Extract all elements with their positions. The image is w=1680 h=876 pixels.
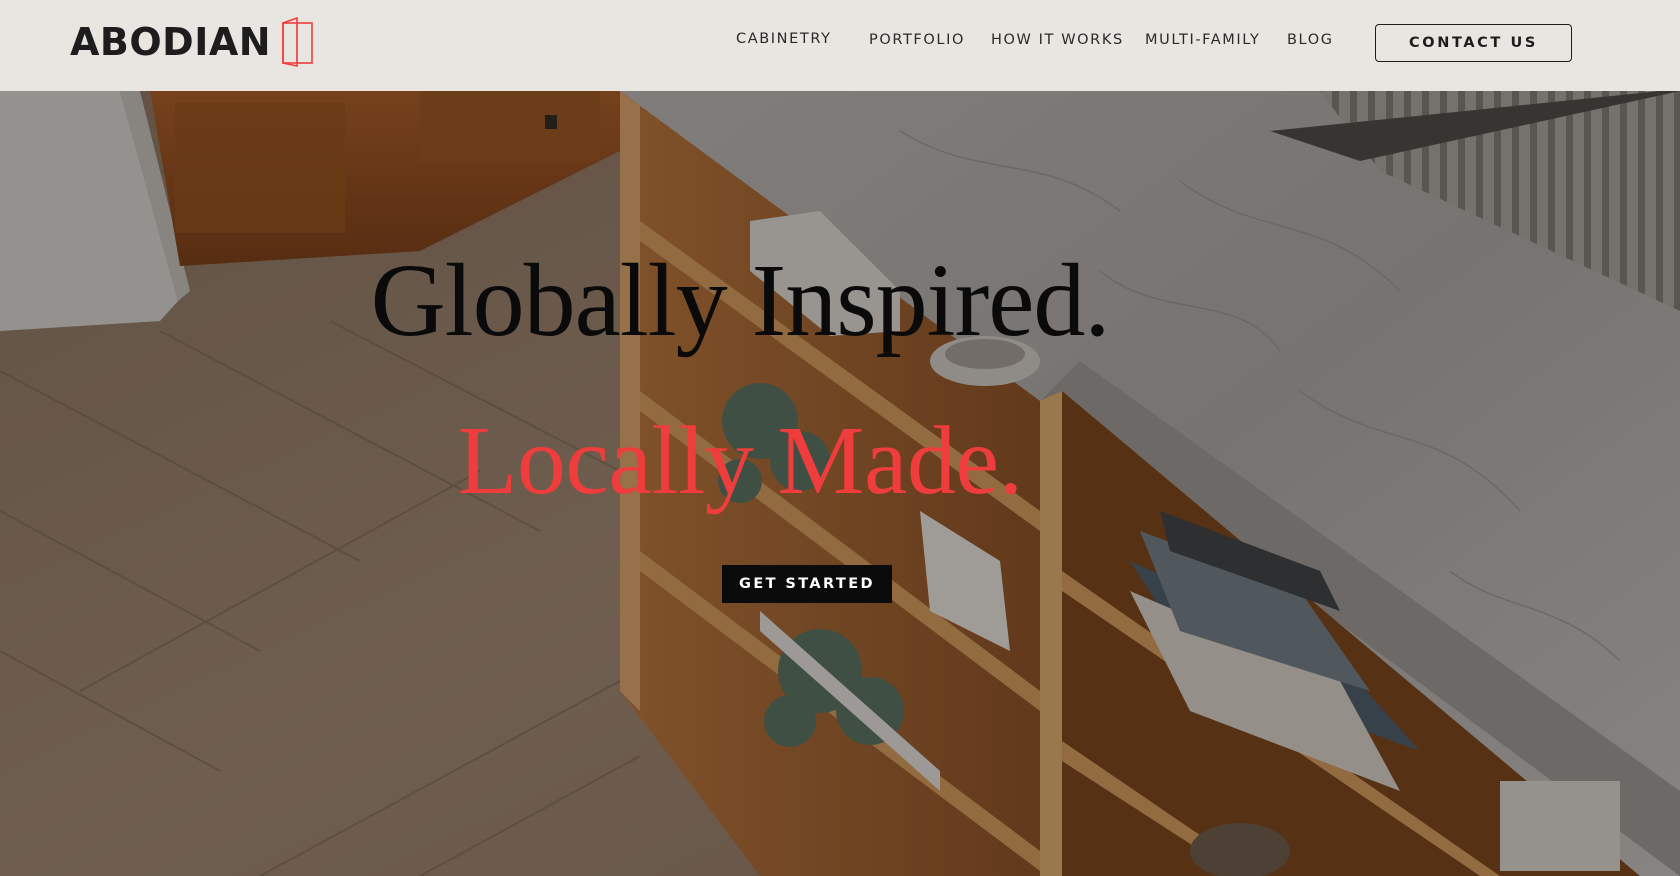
- hero-headline-line2: Locally Made.: [457, 407, 1023, 515]
- nav-item-cabinetry[interactable]: CABINETRY: [736, 31, 832, 47]
- hero-headline-line1: Globally Inspired.: [370, 243, 1111, 358]
- contact-us-button[interactable]: CONTACT US: [1375, 24, 1572, 62]
- nav-item-multi-family[interactable]: MULTI-FAMILY: [1145, 32, 1261, 48]
- get-started-button[interactable]: GET STARTED: [722, 565, 892, 603]
- hero-section: Globally Inspired. Locally Made. GET STA…: [0, 91, 1680, 876]
- nav-item-how-it-works[interactable]: HOW IT WORKS: [991, 32, 1124, 48]
- nav-item-blog[interactable]: BLOG: [1287, 32, 1334, 48]
- site-header: ABODIAN CABINETRY PORTFOLIO HOW IT WORKS…: [0, 0, 1680, 91]
- nav-item-portfolio[interactable]: PORTFOLIO: [869, 32, 965, 48]
